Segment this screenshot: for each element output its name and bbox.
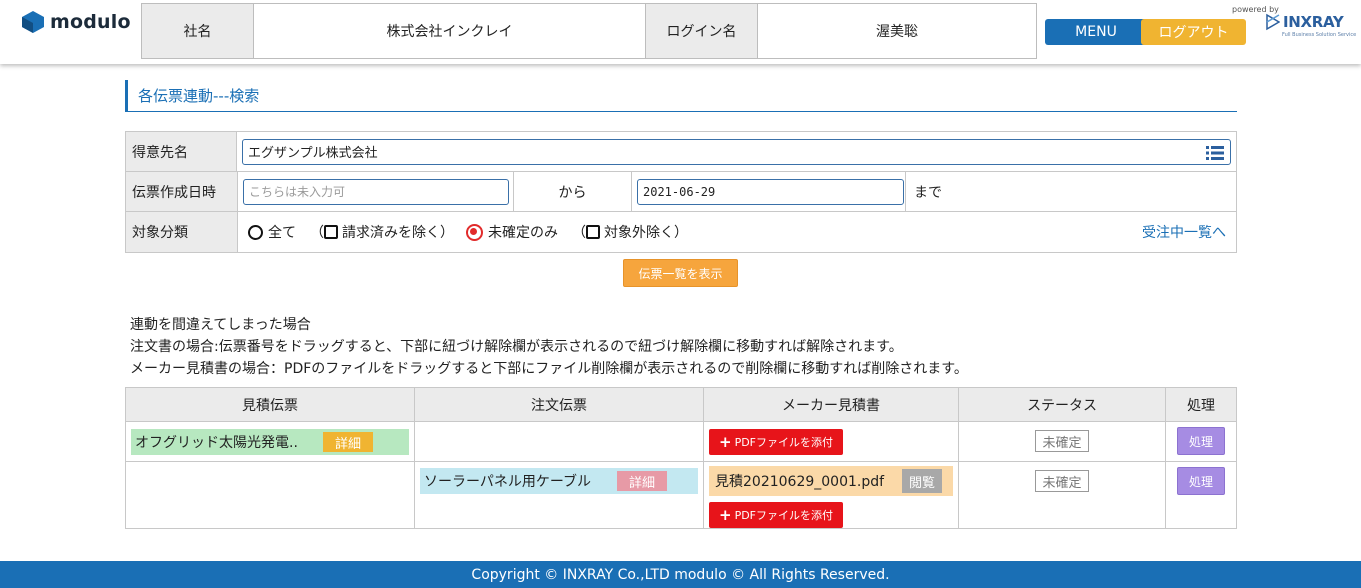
status-cell: 未確定 (957, 461, 1167, 529)
login-value: 渥美聡 (876, 24, 918, 40)
col-estimate: 見積伝票 (125, 387, 415, 422)
search-form: 得意先名 エグザンプル株式会社 伝票作成日時 こちらは未入力可 から 2021-… (125, 131, 1237, 253)
from-text: から (514, 172, 632, 211)
date-to-value: 2021-06-29 (643, 184, 716, 199)
date-from-cell: こちらは未入力可 (238, 172, 514, 211)
option-exclude-billed-label: 請求済みを除く） (342, 225, 454, 241)
action-cell: 処理 (1165, 461, 1237, 529)
process-button[interactable]: 処理 (1177, 427, 1226, 455)
attach-pdf-button[interactable]: + PDFファイルを添付 (709, 429, 844, 455)
order-cell: ソーラーパネル用ケーブル 詳細 (414, 461, 704, 529)
company-label: 社名 (142, 4, 254, 58)
estimate-chip[interactable]: オフグリッド太陽光発電.. 詳細 (131, 429, 409, 455)
logout-button[interactable]: ログアウト (1141, 19, 1246, 45)
hexagon-logo-icon (22, 11, 44, 33)
estimate-name: オフグリッド太陽光発電.. (135, 435, 298, 451)
col-action: 処理 (1165, 387, 1237, 422)
maker-estimate-cell: 見積20210629_0001.pdf 閲覧 + PDFファイルを添付 (703, 461, 959, 529)
note-line: メーカー見積書の場合：PDFのファイルをドラッグすると下部にファイル削除欄が表示… (130, 361, 968, 377)
customer-input[interactable]: エグザンプル株式会社 (242, 138, 1231, 165)
category-row: 対象分類 全て （ 請求済みを除く） 未確定のみ （ 対象外除く） 受注中一覧へ (126, 212, 1236, 252)
pdf-file-name: 見積20210629_0001.pdf (715, 474, 885, 490)
category-label: 対象分類 (126, 212, 238, 252)
list-picker-icon[interactable] (1206, 145, 1224, 161)
date-cell: こちらは未入力可 から 2021-06-29 まで (238, 172, 1236, 211)
page-title: 各伝票連動---検索 (125, 80, 1237, 112)
checkbox-exclude-target[interactable] (586, 225, 600, 239)
checkbox-exclude-billed[interactable] (324, 225, 338, 239)
date-from-placeholder: こちらは未入力可 (249, 185, 346, 199)
customer-input-value: エグザンプル株式会社 (248, 146, 378, 161)
status-badge: 未確定 (1035, 470, 1090, 492)
category-cell: 全て （ 請求済みを除く） 未確定のみ （ 対象外除く） 受注中一覧へ (238, 212, 1236, 252)
option-unconfirmed[interactable]: 未確定のみ (466, 222, 558, 242)
radio-unconfirmed[interactable] (466, 223, 483, 241)
process-button[interactable]: 処理 (1177, 467, 1226, 495)
attach-pdf-label: PDFファイルを添付 (734, 436, 834, 449)
col-maker-estimate: メーカー見積書 (703, 387, 959, 422)
option-unconfirmed-label: 未確定のみ (488, 225, 558, 241)
radio-all[interactable] (248, 224, 263, 240)
option-exclude-target-label: 対象外除く） (604, 225, 688, 241)
user-info-box: 社名 株式会社インクレイ ログイン名 渥美聡 (141, 3, 1037, 59)
option-exclude-target[interactable]: （ 対象外除く） (572, 222, 688, 242)
order-name: ソーラーパネル用ケーブル (424, 474, 592, 490)
until-text: まで (914, 184, 942, 201)
date-to-input[interactable]: 2021-06-29 (637, 178, 904, 205)
footer-copyright: Copyright © INXRAY Co.,LTD modulo © All … (0, 561, 1361, 588)
pdf-file-chip[interactable]: 見積20210629_0001.pdf 閲覧 (709, 466, 953, 496)
option-all-label: 全て (268, 225, 296, 241)
inxray-brand-text: INXRAY (1283, 13, 1344, 31)
attach-pdf-button[interactable]: + PDFファイルを添付 (709, 502, 844, 528)
customer-cell: エグザンプル株式会社 (237, 132, 1236, 171)
option-exclude-billed[interactable]: （ 請求済みを除く） (310, 222, 454, 242)
inxray-subtitle: Full Business Solution Service (1282, 32, 1357, 38)
company-value: 株式会社インクレイ (254, 4, 646, 58)
estimate-detail-button[interactable]: 詳細 (323, 432, 373, 452)
customer-row: 得意先名 エグザンプル株式会社 (126, 132, 1236, 172)
order-cell (414, 421, 704, 462)
table-row: ソーラーパネル用ケーブル 詳細 見積20210629_0001.pdf 閲覧 +… (125, 461, 1237, 529)
plus-icon: + (719, 433, 732, 451)
view-pdf-button[interactable]: 閲覧 (902, 469, 942, 493)
inxray-mark-icon (1266, 13, 1280, 31)
app-header: modulo 社名 株式会社インクレイ ログイン名 渥美聡 MENU ログアウト… (0, 0, 1361, 64)
option-all[interactable]: 全て (248, 222, 296, 242)
table-header-row: 見積伝票 注文伝票 メーカー見積書 ステータス 処理 (125, 387, 1237, 422)
modulo-logo[interactable]: modulo (20, 10, 131, 34)
status-badge: 未確定 (1035, 430, 1090, 452)
date-row: 伝票作成日時 こちらは未入力可 から 2021-06-29 まで (126, 172, 1236, 212)
maker-estimate-cell: + PDFファイルを添付 (703, 421, 959, 462)
status-cell: 未確定 (957, 421, 1167, 462)
menu-button[interactable]: MENU (1045, 19, 1147, 45)
note-line: 注文書の場合:伝票番号をドラッグすると、下部に紐づけ解除欄が表示されるので紐づけ… (130, 339, 903, 355)
date-to-cell: 2021-06-29 (632, 172, 906, 211)
paren-open: （ (310, 225, 324, 241)
inxray-logo: INXRAY (1266, 13, 1344, 31)
login-label: ログイン名 (646, 4, 758, 58)
show-slip-list-button[interactable]: 伝票一覧を表示 (623, 259, 738, 287)
order-detail-button[interactable]: 詳細 (617, 471, 667, 491)
col-order: 注文伝票 (414, 387, 704, 422)
date-from-input[interactable]: こちらは未入力可 (243, 178, 509, 205)
instruction-notes: 連動を間違えてしまった場合 注文書の場合:伝票番号をドラッグすると、下部に紐づけ… (130, 314, 968, 380)
logo-text: modulo (50, 11, 131, 33)
plus-icon: + (719, 506, 732, 524)
link-results-table: 見積伝票 注文伝票 メーカー見積書 ステータス 処理 オフグリッド太陽光発電..… (125, 387, 1237, 529)
col-status: ステータス (957, 387, 1167, 422)
customer-label: 得意先名 (126, 132, 237, 171)
table-row: オフグリッド太陽光発電.. 詳細 + PDFファイルを添付 未確定 処理 (125, 421, 1237, 462)
estimate-cell (125, 461, 415, 529)
orders-list-link[interactable]: 受注中一覧へ (1142, 222, 1226, 242)
note-line: 連動を間違えてしまった場合 (130, 317, 311, 333)
estimate-cell: オフグリッド太陽光発電.. 詳細 (125, 421, 415, 462)
paren-open-2: （ (572, 225, 586, 241)
action-cell: 処理 (1165, 421, 1237, 462)
order-chip[interactable]: ソーラーパネル用ケーブル 詳細 (420, 468, 698, 494)
attach-pdf-label: PDFファイルを添付 (734, 509, 834, 522)
date-label: 伝票作成日時 (126, 172, 238, 211)
